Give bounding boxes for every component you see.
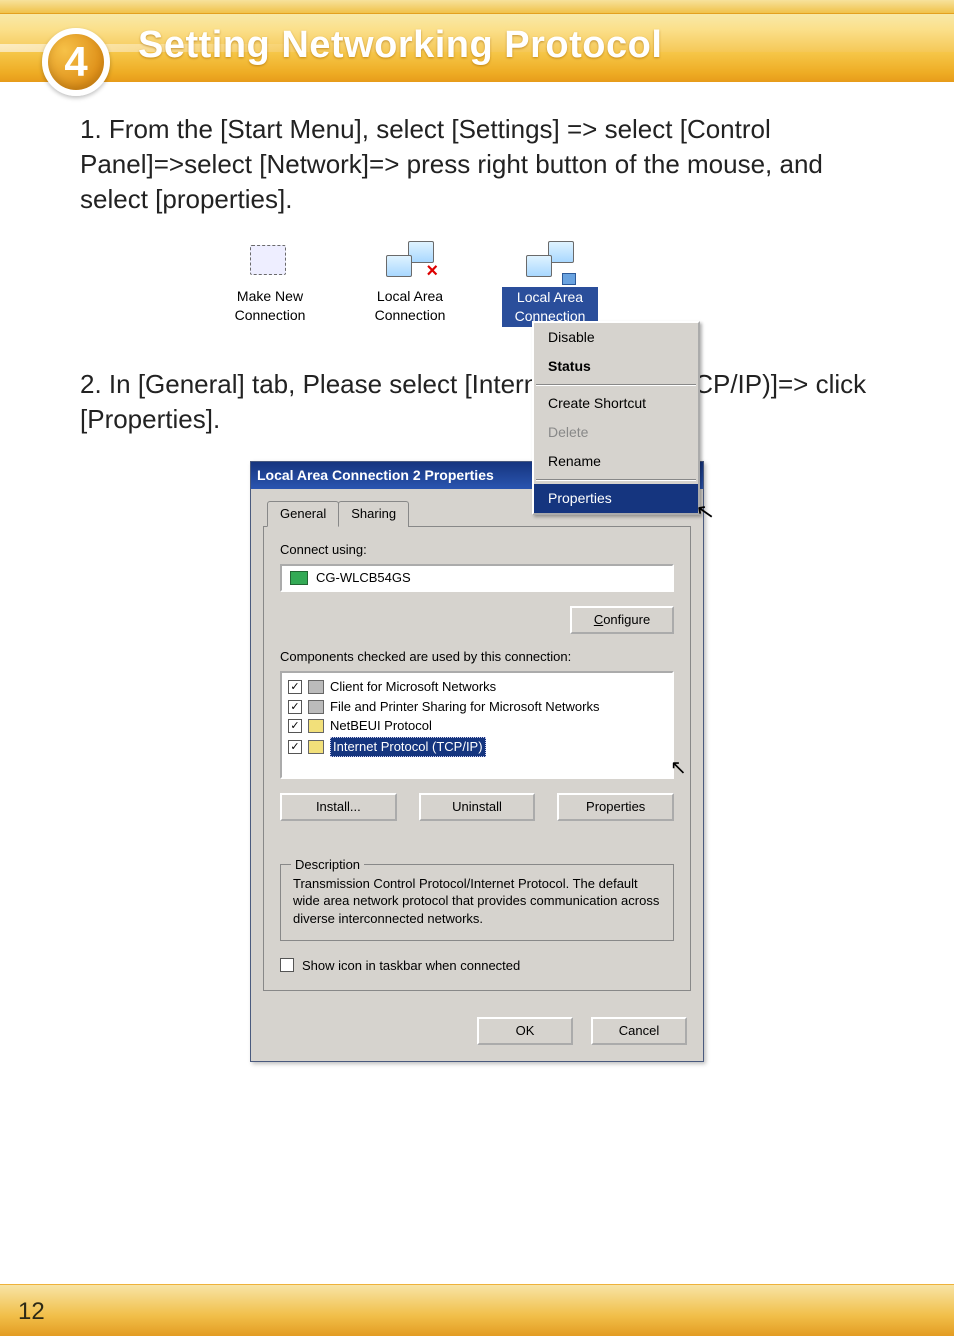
context-menu: Disable Status Create Shortcut Delete Re… xyxy=(532,321,700,514)
configure-button[interactable]: Configure xyxy=(570,606,674,634)
adapter-field: CG-WLCB54GS xyxy=(280,564,674,592)
connection-icon xyxy=(246,241,294,281)
description-group: Description Transmission Control Protoco… xyxy=(280,864,674,941)
component-item-client[interactable]: Client for Microsoft Networks xyxy=(286,677,668,697)
connection-icon: × xyxy=(386,241,434,281)
component-icon xyxy=(308,719,324,733)
component-icon xyxy=(308,740,324,754)
install-button[interactable]: Install... xyxy=(280,793,397,821)
adapter-name: CG-WLCB54GS xyxy=(316,569,411,587)
adapter-icon xyxy=(290,571,308,585)
component-label: NetBEUI Protocol xyxy=(330,717,432,735)
ctx-item-rename[interactable]: Rename xyxy=(534,447,698,476)
connect-using-label: Connect using: xyxy=(280,541,674,559)
component-label: Internet Protocol (TCP/IP) xyxy=(330,737,486,757)
component-item-tcpip[interactable]: Internet Protocol (TCP/IP) xyxy=(286,736,668,758)
ctx-item-delete: Delete xyxy=(534,418,698,447)
page-number: 12 xyxy=(18,1298,45,1326)
tab-general[interactable]: General xyxy=(267,501,339,527)
ctx-item-status[interactable]: Status xyxy=(534,352,698,381)
description-text: Transmission Control Protocol/Internet P… xyxy=(293,875,661,928)
nc-caption: Local Area Connection xyxy=(362,287,458,325)
nc-icon-row: Make New Connection × Local Area Connect… xyxy=(222,241,732,327)
step-1-text: 1. From the [Start Menu], select [Settin… xyxy=(80,112,874,217)
show-icon-label: Show icon in taskbar when connected xyxy=(302,957,520,975)
cancel-button[interactable]: Cancel xyxy=(591,1017,687,1045)
component-icon xyxy=(308,680,324,694)
nc-caption: Make New Connection xyxy=(222,287,318,325)
connection-icon xyxy=(526,241,574,281)
dialog-footer: OK Cancel xyxy=(251,1005,703,1061)
nc-item-lan-disconnected[interactable]: × Local Area Connection xyxy=(362,241,458,325)
ctx-separator xyxy=(536,384,696,386)
checkbox-icon[interactable] xyxy=(288,680,302,694)
components-listbox[interactable]: Client for Microsoft Networks File and P… xyxy=(280,671,674,779)
ctx-item-properties[interactable]: Properties xyxy=(534,484,698,513)
header-band-top xyxy=(0,0,954,14)
nc-item-lan-selected[interactable]: Local Area Connection xyxy=(502,241,598,327)
properties-button[interactable]: Properties xyxy=(557,793,674,821)
component-label: File and Printer Sharing for Microsoft N… xyxy=(330,698,599,716)
tab-panel-general: Connect using: CG-WLCB54GS Configure Com… xyxy=(263,526,691,991)
lan-properties-dialog: Local Area Connection 2 Properties ? × G… xyxy=(250,461,704,1061)
tab-sharing[interactable]: Sharing xyxy=(338,501,409,527)
step-2-text: 2. In [General] tab, Please select [Inte… xyxy=(80,367,874,437)
description-legend: Description xyxy=(291,856,364,874)
component-item-netbeui[interactable]: NetBEUI Protocol xyxy=(286,716,668,736)
page-title: Setting Networking Protocol xyxy=(138,24,662,67)
cursor-icon: ↖ xyxy=(694,496,717,528)
footer-band xyxy=(0,1284,954,1336)
uninstall-button[interactable]: Uninstall xyxy=(419,793,536,821)
cursor-icon: ↖ xyxy=(670,755,954,782)
component-item-fps[interactable]: File and Printer Sharing for Microsoft N… xyxy=(286,697,668,717)
nc-item-make-new[interactable]: Make New Connection xyxy=(222,241,318,325)
ok-button[interactable]: OK xyxy=(477,1017,573,1045)
content-area: 1. From the [Start Menu], select [Settin… xyxy=(0,82,954,1152)
components-label: Components checked are used by this conn… xyxy=(280,648,674,666)
component-icon xyxy=(308,700,324,714)
dialog-title-text: Local Area Connection 2 Properties xyxy=(257,466,494,485)
ctx-item-create-shortcut[interactable]: Create Shortcut xyxy=(534,389,698,418)
checkbox-icon[interactable] xyxy=(288,740,302,754)
ctx-separator xyxy=(536,479,696,481)
show-icon-checkbox[interactable] xyxy=(280,958,294,972)
checkbox-icon[interactable] xyxy=(288,700,302,714)
component-label: Client for Microsoft Networks xyxy=(330,678,496,696)
figure-network-connections: Make New Connection × Local Area Connect… xyxy=(222,241,732,327)
ctx-item-disable[interactable]: Disable xyxy=(534,323,698,352)
chapter-badge: 4 xyxy=(42,28,110,96)
checkbox-icon[interactable] xyxy=(288,719,302,733)
configure-button-label: onfigure xyxy=(603,612,650,627)
